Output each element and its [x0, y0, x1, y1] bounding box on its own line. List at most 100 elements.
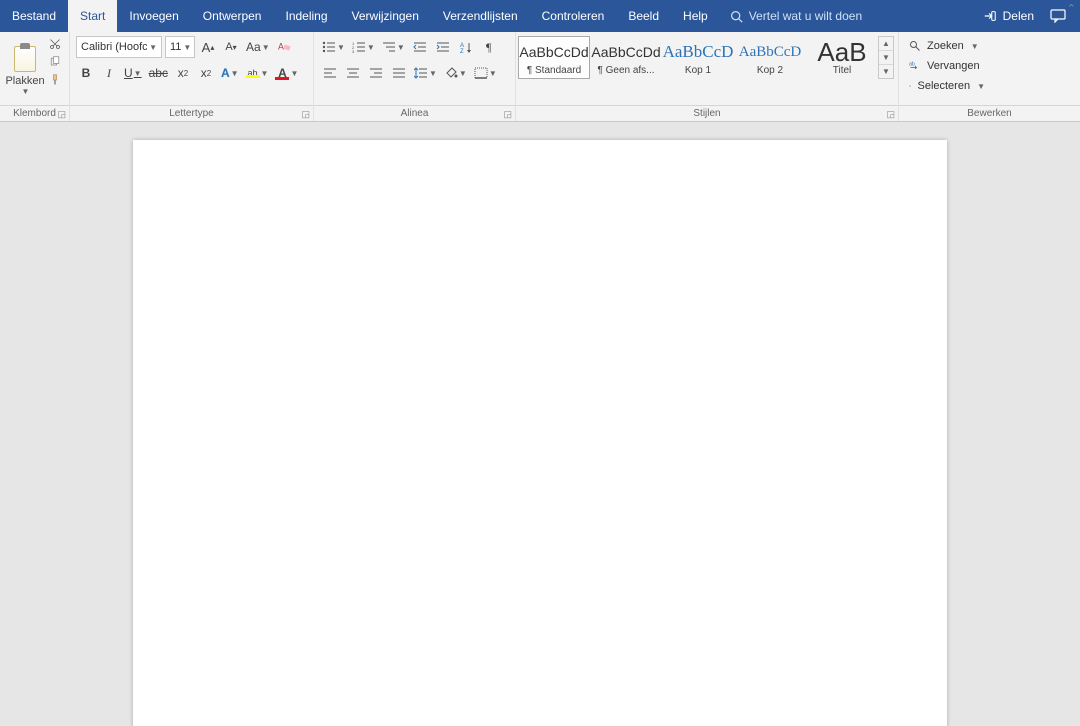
svg-text:Z: Z [460, 49, 464, 53]
justify-icon [392, 67, 406, 79]
tab-review[interactable]: Controleren [530, 0, 617, 32]
tab-insert[interactable]: Invoegen [117, 0, 190, 32]
strikethrough-button[interactable]: abc [147, 62, 170, 84]
paste-button[interactable]: Plakken ▼ [6, 36, 44, 96]
multilevel-list-button[interactable]: ▼ [380, 36, 407, 58]
line-spacing-button[interactable]: ▼ [412, 62, 439, 84]
shrink-font-button[interactable]: A▾ [221, 36, 241, 58]
change-case-button[interactable]: Aa▼ [244, 36, 272, 58]
select-button[interactable]: Selecteren ▼ [905, 76, 989, 96]
align-left-button[interactable] [320, 62, 340, 84]
svg-text:A: A [278, 42, 284, 52]
yellow-swatch-icon [246, 75, 260, 78]
dropdown-caret-icon: ▼ [970, 42, 979, 51]
align-center-icon [346, 67, 360, 79]
show-marks-button[interactable]: ¶ [479, 36, 499, 58]
tab-references[interactable]: Verwijzingen [340, 0, 431, 32]
format-painter-button[interactable] [47, 72, 63, 88]
clear-formatting-button[interactable]: A [275, 36, 295, 58]
style-no-spacing[interactable]: AaBbCcDd ¶ Geen afs... [590, 36, 662, 79]
underline-button[interactable]: U▼ [122, 62, 144, 84]
svg-text:ab: ab [909, 61, 915, 67]
style-title[interactable]: AaB Titel [806, 36, 878, 79]
justify-button[interactable] [389, 62, 409, 84]
tab-design[interactable]: Ontwerpen [191, 0, 274, 32]
italic-button[interactable]: I [99, 62, 119, 84]
group-styles: AaBbCcDd ¶ Standaard AaBbCcDd ¶ Geen afs… [516, 32, 899, 106]
bullets-button[interactable]: ▼ [320, 36, 347, 58]
styles-scroll-up[interactable]: ▲ [879, 37, 893, 51]
highlight-color-button[interactable]: ab▼ [244, 62, 271, 84]
cursor-icon [909, 80, 911, 92]
style-preview: AaB [817, 39, 866, 65]
group-paragraph: ▼ 123▼ ▼ AZ ¶ ▼ ▼ ▼ [314, 32, 516, 106]
font-size-combo[interactable]: 11 ▼ [165, 36, 195, 58]
group-label-styles: Stijlen ◲ [516, 106, 899, 121]
style-heading2[interactable]: AaBbCcD Kop 2 [734, 36, 806, 79]
replace-button[interactable]: ab Vervangen [905, 56, 989, 76]
style-name: Kop 2 [757, 65, 783, 76]
increase-indent-button[interactable] [433, 36, 453, 58]
grow-font-button[interactable]: A▴ [198, 36, 218, 58]
group-editing: Zoeken ▼ ab Vervangen Selecteren ▼ [899, 32, 995, 106]
search-icon [730, 10, 743, 23]
line-spacing-icon [414, 67, 428, 79]
collapse-ribbon-button[interactable]: ⌃ [1067, 2, 1076, 15]
decrease-indent-button[interactable] [410, 36, 430, 58]
tab-mailings[interactable]: Verzendlijsten [431, 0, 530, 32]
style-preview: AaBbCcD [663, 39, 734, 65]
styles-scroll-down[interactable]: ▼ [879, 51, 893, 65]
clipboard-icon [14, 46, 36, 72]
copy-button[interactable] [47, 54, 63, 70]
borders-icon [474, 67, 488, 79]
subscript-button[interactable]: x2 [173, 62, 193, 84]
replace-icon: ab [909, 60, 921, 72]
superscript-button[interactable]: x2 [196, 62, 216, 84]
tab-view[interactable]: Beeld [616, 0, 671, 32]
find-label: Zoeken [927, 40, 964, 52]
borders-button[interactable]: ▼ [472, 62, 499, 84]
tab-layout[interactable]: Indeling [273, 0, 339, 32]
sort-button[interactable]: AZ [456, 36, 476, 58]
tell-me-placeholder: Vertel wat u wilt doen [749, 9, 862, 23]
style-heading1[interactable]: AaBbCcD Kop 1 [662, 36, 734, 79]
style-preview: AaBbCcDd [519, 39, 588, 65]
styles-expand[interactable]: ▼ [879, 65, 893, 78]
tab-home[interactable]: Start [68, 0, 117, 32]
align-left-icon [323, 67, 337, 79]
eraser-icon: A [278, 40, 292, 54]
comments-icon[interactable] [1050, 9, 1066, 23]
share-button[interactable]: Delen [983, 9, 1034, 23]
font-color-button[interactable]: A▼ [273, 62, 300, 84]
tell-me-search[interactable]: Vertel wat u wilt doen [730, 9, 862, 23]
document-workspace[interactable] [0, 122, 1080, 726]
dialog-launcher-styles[interactable]: ◲ [886, 109, 895, 120]
style-name: Kop 1 [685, 65, 711, 76]
font-family-combo[interactable]: Calibri (Hoofc ▼ [76, 36, 162, 58]
dialog-launcher-paragraph[interactable]: ◲ [503, 109, 512, 120]
align-center-button[interactable] [343, 62, 363, 84]
shading-button[interactable]: ▼ [442, 62, 469, 84]
find-button[interactable]: Zoeken ▼ [905, 36, 989, 56]
style-normal[interactable]: AaBbCcDd ¶ Standaard [518, 36, 590, 79]
bold-button[interactable]: B [76, 62, 96, 84]
red-swatch-icon [275, 77, 289, 80]
dialog-launcher-font[interactable]: ◲ [301, 109, 310, 120]
align-right-button[interactable] [366, 62, 386, 84]
dropdown-caret-icon: ▼ [21, 87, 30, 96]
select-label: Selecteren [917, 80, 970, 92]
tab-help[interactable]: Help [671, 0, 720, 32]
dropdown-caret-icon: ▼ [149, 43, 157, 52]
group-label-editing: Bewerken [899, 106, 1080, 121]
document-page[interactable] [133, 140, 947, 726]
tab-file[interactable]: Bestand [0, 0, 68, 32]
font-size-value: 11 [170, 41, 181, 53]
numbering-button[interactable]: 123▼ [350, 36, 377, 58]
dialog-launcher-clipboard[interactable]: ◲ [57, 109, 66, 120]
cut-button[interactable] [47, 36, 63, 52]
align-right-icon [369, 67, 383, 79]
search-icon [909, 40, 921, 52]
style-preview: AaBbCcDd [591, 39, 660, 65]
text-effects-button[interactable]: A▼ [219, 62, 241, 84]
style-name: ¶ Standaard [527, 65, 581, 76]
